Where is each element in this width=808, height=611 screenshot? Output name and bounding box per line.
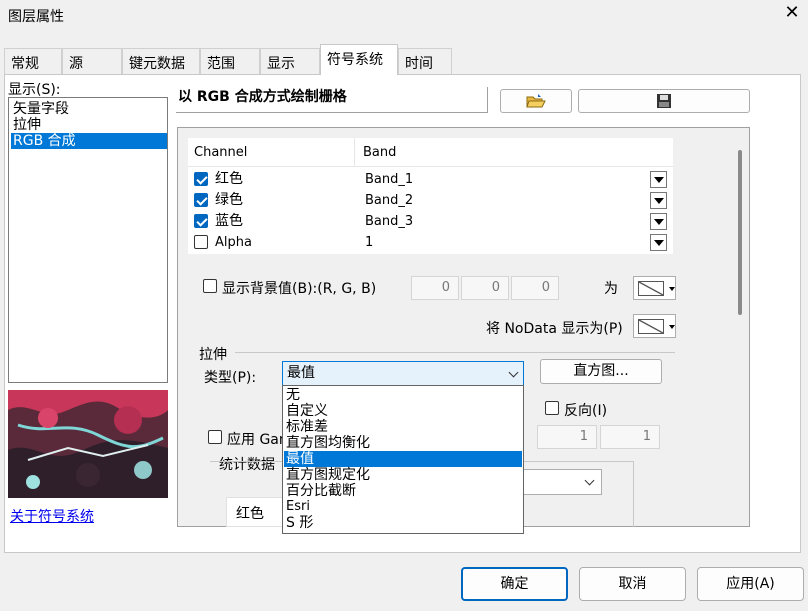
invert-label: 反向(I) <box>564 403 608 419</box>
channel-red-label: 红色 <box>215 171 243 187</box>
open-style-button[interactable] <box>500 89 572 113</box>
band-green-dropdown[interactable] <box>650 192 667 209</box>
histogram-button[interactable]: 直方图... <box>540 359 662 384</box>
channel-blue-label: 蓝色 <box>215 213 243 229</box>
tab-extent[interactable]: 范围 <box>200 48 260 74</box>
stretch-option-custom[interactable]: 自定义 <box>284 403 522 419</box>
raster-preview-image <box>8 390 168 498</box>
band-red-dropdown[interactable] <box>650 171 667 188</box>
tab-general[interactable]: 常规 <box>4 48 62 74</box>
tab-key-metadata[interactable]: 键元数据 <box>122 48 200 74</box>
band-row-alpha: Alpha 1 <box>188 232 673 253</box>
band-row-green: 绿色 Band_2 <box>188 190 673 211</box>
channel-green-checkbox[interactable] <box>194 193 208 207</box>
stretch-option-stddev[interactable]: 标准差 <box>284 419 522 435</box>
chevron-down-icon <box>584 475 595 486</box>
background-b-input[interactable]: 0 <box>511 276 559 300</box>
color-swatch-icon <box>638 319 664 334</box>
background-r-input[interactable]: 0 <box>411 276 459 300</box>
nodata-color-picker[interactable] <box>633 314 676 338</box>
panel-scrollbar-thumb[interactable] <box>738 150 742 315</box>
channel-red-checkbox[interactable] <box>194 172 208 186</box>
statistics-group-label: 统计数据 <box>219 457 275 473</box>
stretch-type-label: 类型(P): <box>204 370 257 386</box>
about-symbology-link[interactable]: 关于符号系统 <box>10 506 94 526</box>
stretch-option-sigmoid[interactable]: S 形 <box>284 515 522 531</box>
statistics-group-right-border <box>633 461 634 527</box>
band-blue-dropdown[interactable] <box>650 213 667 230</box>
show-background-label: 显示背景值(B):(R, G, B) <box>222 281 377 297</box>
channel-blue-checkbox[interactable] <box>194 214 208 228</box>
tab-time[interactable]: 时间 <box>398 48 452 74</box>
band-alpha-value: 1 <box>365 235 374 250</box>
show-label: 显示(S): <box>8 82 61 98</box>
list-item-stretch[interactable]: 拉伸 <box>11 117 167 133</box>
folder-open-icon <box>526 94 546 113</box>
renderer-list[interactable]: 矢量字段 拉伸 RGB 合成 <box>8 97 168 383</box>
band-row-red: 红色 Band_1 <box>188 169 673 190</box>
list-item-rgb-composite[interactable]: RGB 合成 <box>11 133 167 149</box>
stretch-option-esri[interactable]: Esri <box>284 499 522 515</box>
band-green-value: Band_2 <box>365 193 414 208</box>
stretch-option-histogram-specification[interactable]: 直方图规定化 <box>284 467 522 483</box>
show-background-checkbox[interactable] <box>203 279 217 293</box>
stretch-option-percent-clip[interactable]: 百分比截断 <box>284 483 522 499</box>
band-red-value: Band_1 <box>365 172 414 187</box>
channel-alpha-checkbox[interactable] <box>194 235 208 249</box>
apply-gamma-checkbox[interactable] <box>208 430 222 444</box>
chevron-down-icon <box>669 325 675 329</box>
close-button[interactable]: ✕ <box>782 3 802 23</box>
cancel-button[interactable]: 取消 <box>579 567 686 601</box>
gamma-value-2[interactable]: 1 <box>600 425 660 449</box>
stretch-type-value: 最值 <box>287 365 315 381</box>
band-header: Band <box>355 138 673 167</box>
stretch-option-histogram-equalize[interactable]: 直方图均衡化 <box>284 435 522 451</box>
stretch-type-dropdown-list[interactable]: 无 自定义 标准差 直方图均衡化 最值 直方图规定化 百分比截断 Esri S … <box>282 385 524 534</box>
background-color-picker[interactable] <box>633 276 676 300</box>
window-title: 图层属性 <box>8 9 64 25</box>
list-item-vector-field[interactable]: 矢量字段 <box>11 101 167 117</box>
stretch-group-border <box>235 352 675 353</box>
save-style-button[interactable] <box>578 89 750 113</box>
color-swatch-icon <box>638 281 664 296</box>
background-g-input[interactable]: 0 <box>461 276 509 300</box>
gamma-value-1[interactable]: 1 <box>537 425 597 449</box>
ok-button[interactable]: 确定 <box>461 567 568 601</box>
nodata-label: 将 NoData 显示为(P) <box>486 321 623 337</box>
tab-symbology[interactable]: 符号系统 <box>320 44 398 75</box>
stretch-type-combobox[interactable]: 最值 <box>282 361 524 386</box>
background-as-label: 为 <box>604 281 618 297</box>
band-grid: Channel Band 红色 Band_1 绿色 Band_2 蓝色 Band… <box>188 138 673 254</box>
channel-green-label: 绿色 <box>215 192 243 208</box>
chevron-down-icon <box>669 287 675 291</box>
tab-display[interactable]: 显示 <box>260 48 320 74</box>
floppy-save-icon <box>656 94 672 113</box>
channel-alpha-label: Alpha <box>215 235 252 250</box>
band-alpha-dropdown[interactable] <box>650 234 667 251</box>
stretch-group-label: 拉伸 <box>199 347 227 363</box>
chevron-down-icon <box>508 367 519 378</box>
tab-source[interactable]: 源 <box>62 48 122 74</box>
statistics-row-red: 红色 <box>226 497 284 527</box>
stretch-option-minmax[interactable]: 最值 <box>284 451 522 467</box>
stretch-option-none[interactable]: 无 <box>284 387 522 403</box>
band-blue-value: Band_3 <box>365 214 414 229</box>
channel-header: Channel <box>188 138 355 167</box>
invert-checkbox[interactable] <box>545 401 559 415</box>
renderer-title: 以 RGB 合成方式绘制栅格 <box>176 87 488 113</box>
band-row-blue: 蓝色 Band_3 <box>188 211 673 232</box>
apply-button[interactable]: 应用(A) <box>697 567 804 601</box>
